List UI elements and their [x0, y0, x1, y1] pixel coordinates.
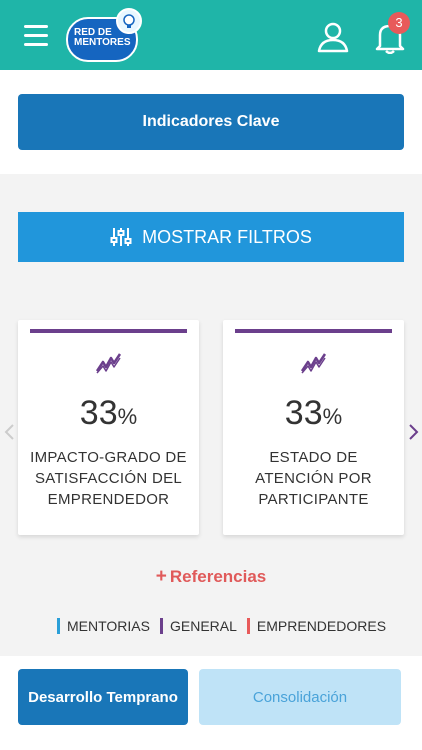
- card-percentage: 33%: [79, 394, 138, 432]
- card-label: ESTADO DE ATENCIÓN POR PARTICIPANTE: [255, 449, 372, 508]
- legend: MENTORIAS GENERAL EMPRENDEDORES: [57, 618, 396, 634]
- lightbulb-icon: [116, 8, 142, 34]
- card-percentage: 33%: [284, 394, 343, 432]
- indicator-card[interactable]: 33% ESTADO DE ATENCIÓN POR PARTICIPANTE: [223, 320, 404, 535]
- tab-consolidacion[interactable]: Consolidación: [199, 669, 401, 725]
- notification-count-badge: 3: [388, 12, 410, 34]
- legend-label: MENTORIAS: [67, 618, 150, 634]
- legend-swatch: [57, 618, 60, 634]
- legend-item-mentorias: MENTORIAS: [57, 618, 150, 634]
- legend-item-general: GENERAL: [159, 618, 237, 634]
- app-header: RED DE MENTORES 3: [0, 0, 422, 70]
- references-label: Referencias: [169, 567, 267, 586]
- app-logo: RED DE MENTORES: [66, 8, 146, 64]
- trend-up-icon: [95, 352, 122, 374]
- user-profile-icon[interactable]: [316, 20, 350, 54]
- show-filters-label: MOSTRAR FILTROS: [142, 226, 312, 247]
- legend-label: EMPRENDEDORES: [256, 618, 387, 634]
- indicator-card[interactable]: 33% IMPACTO-GRADO DE SATISFACCIÓN DEL EM…: [18, 320, 199, 535]
- card-accent-bar: [235, 329, 392, 333]
- references-toggle[interactable]: + Referencias: [0, 566, 422, 588]
- filter-sliders-icon: [110, 226, 132, 248]
- carousel-next-arrow-icon[interactable]: [406, 422, 420, 442]
- key-indicators-button[interactable]: Indicadores Clave: [18, 94, 404, 150]
- legend-item-emprendedores: EMPRENDEDORES: [246, 618, 387, 634]
- legend-label: GENERAL: [169, 618, 237, 634]
- carousel-prev-arrow-icon[interactable]: [3, 422, 17, 442]
- show-filters-button[interactable]: MOSTRAR FILTROS: [18, 212, 404, 262]
- trend-up-icon: [300, 352, 327, 374]
- card-accent-bar: [30, 329, 187, 333]
- tab-desarrollo-temprano[interactable]: Desarrollo Temprano: [18, 669, 188, 725]
- card-label: IMPACTO-GRADO DE SATISFACCIÓN DEL EMPREN…: [30, 449, 187, 508]
- plus-icon: +: [155, 566, 167, 587]
- hamburger-menu-icon[interactable]: [24, 25, 48, 47]
- legend-swatch: [246, 618, 250, 634]
- legend-swatch: [159, 618, 163, 634]
